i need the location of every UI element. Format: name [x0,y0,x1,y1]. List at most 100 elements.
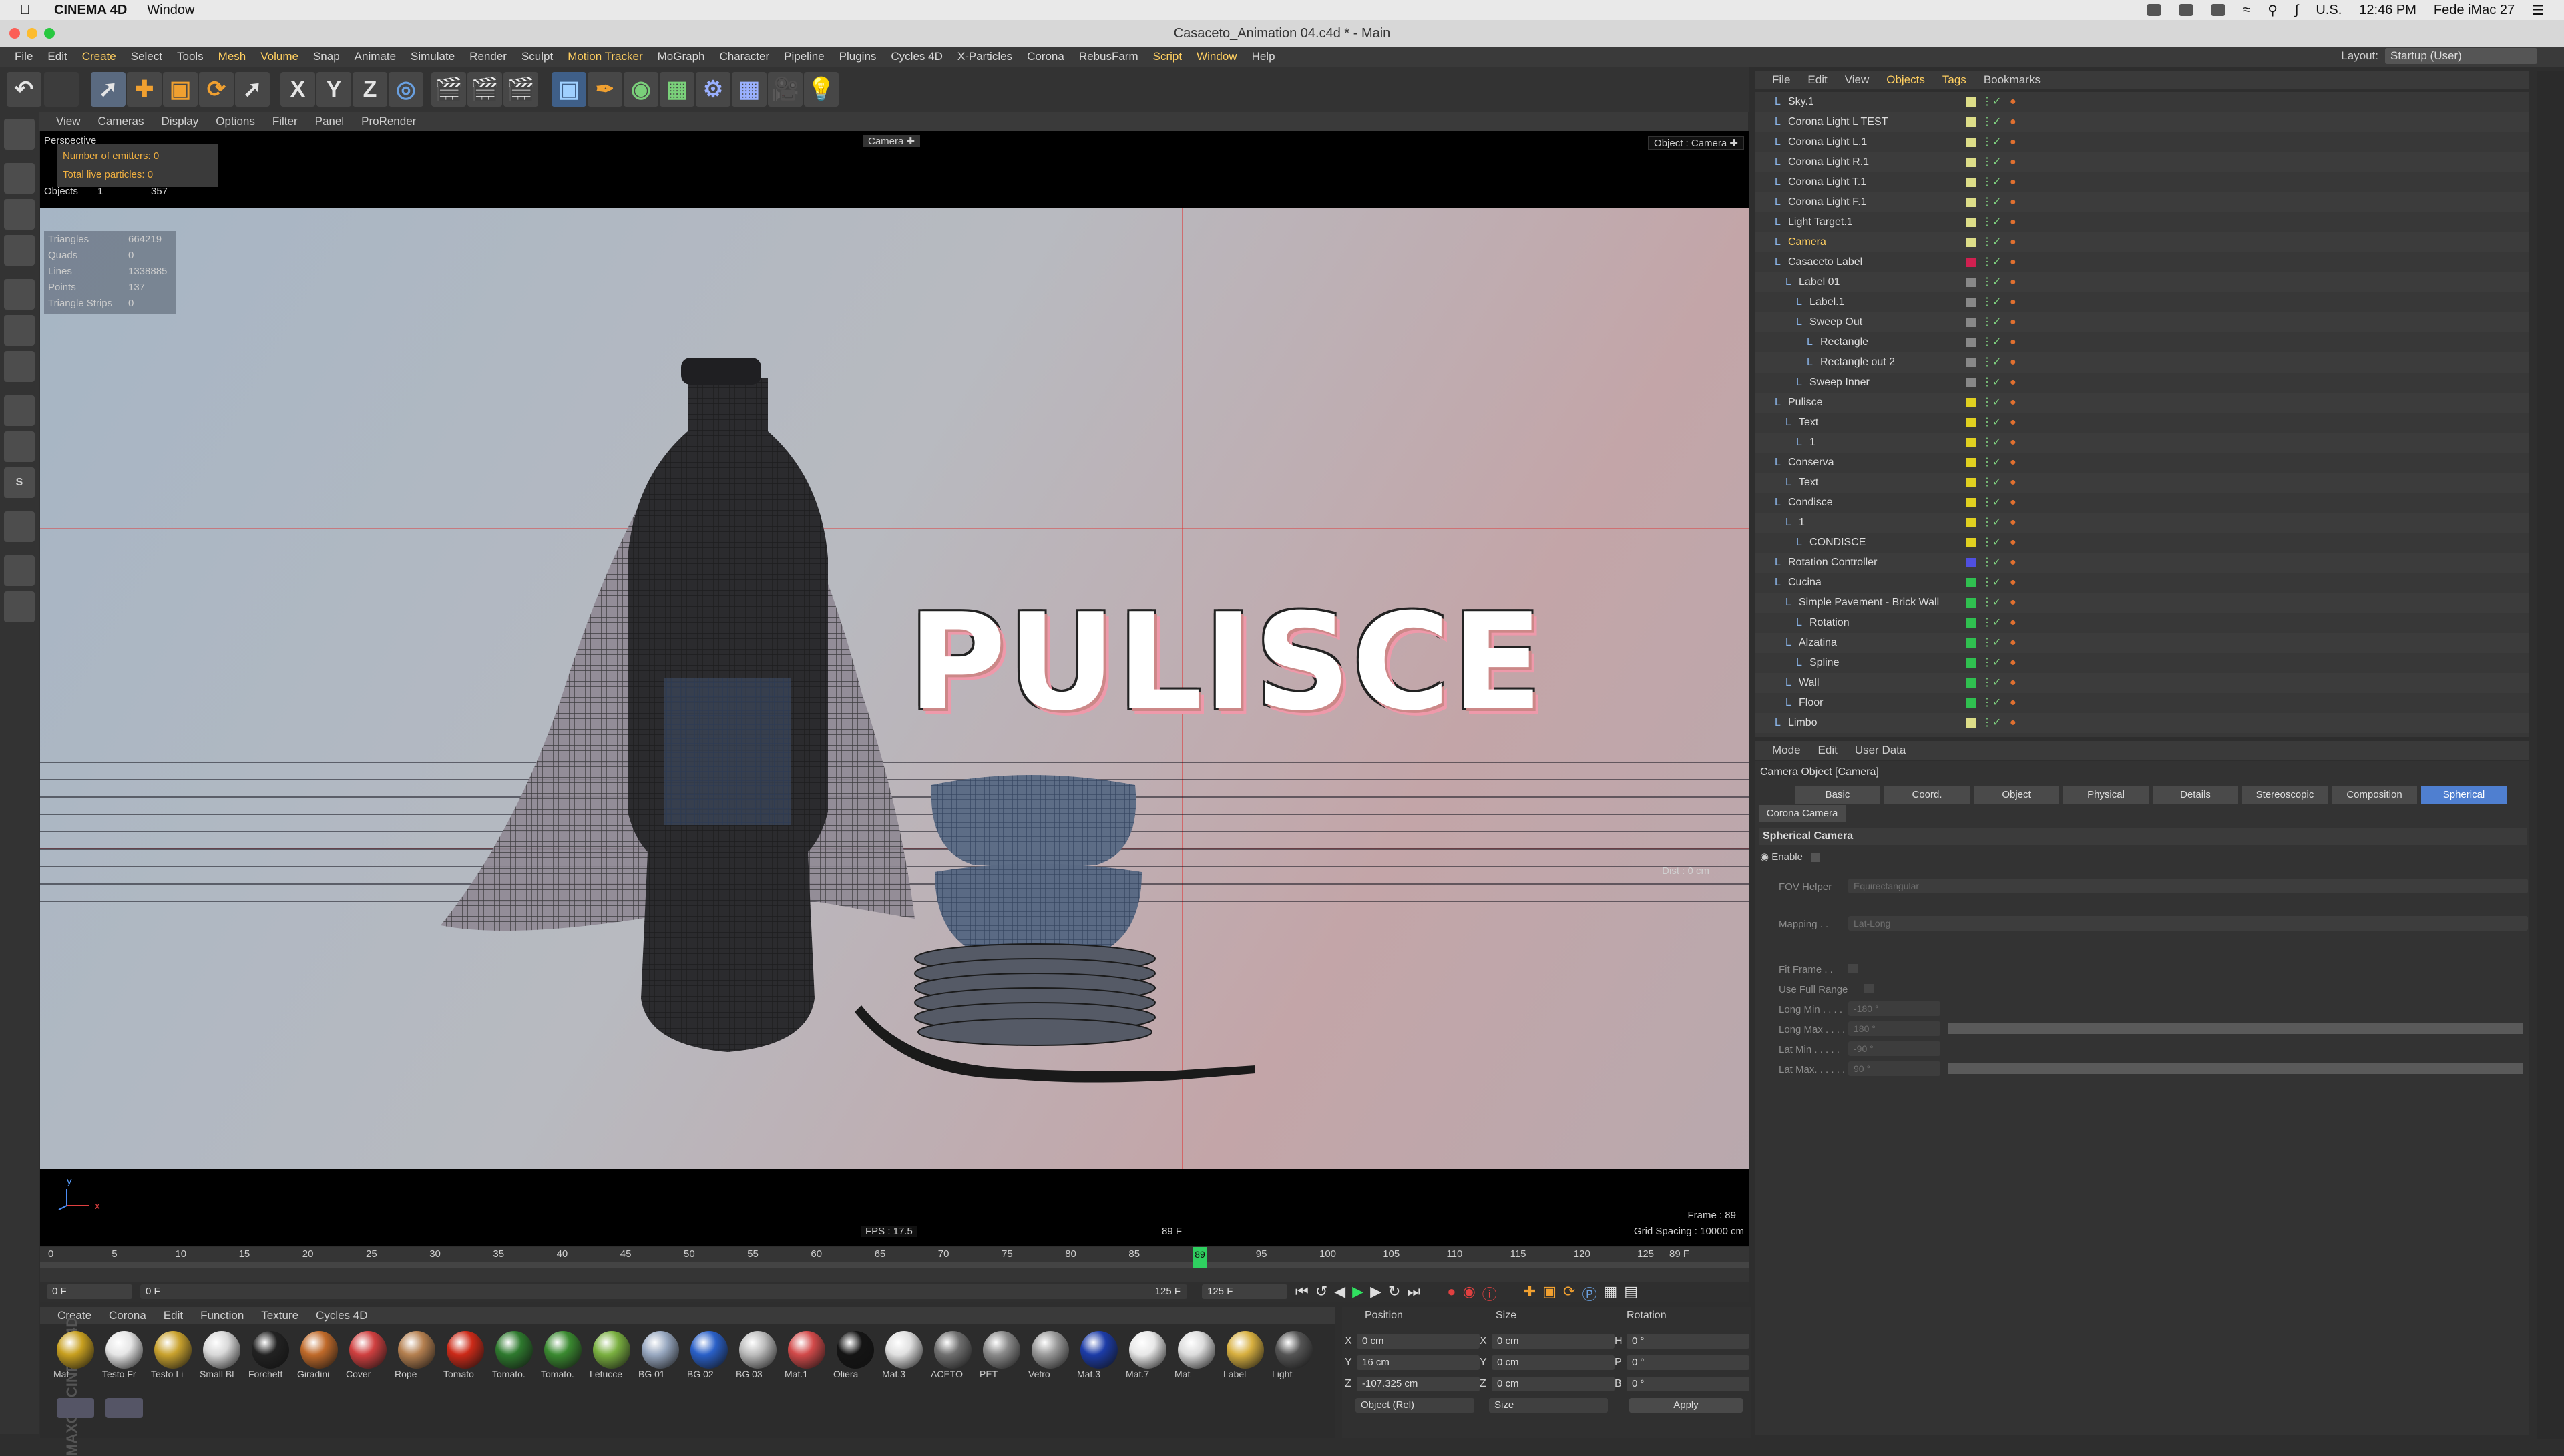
current-frame-field[interactable]: 0 F [47,1284,132,1299]
model-mode-icon[interactable] [4,163,35,194]
material-swatch[interactable]: Oliera [833,1331,877,1379]
menu-file[interactable]: File [15,50,33,63]
menu-corona[interactable]: Corona [1027,50,1064,63]
redo-icon[interactable] [44,72,79,107]
object-tag-icon[interactable]: ● [2010,112,2016,132]
fit-frame-checkbox[interactable] [1848,964,1858,973]
apply-button[interactable]: Apply [1629,1398,1743,1413]
material-swatch[interactable]: Mat.1 [785,1331,829,1379]
menu-script[interactable]: Script [1153,50,1182,63]
material-swatch[interactable]: ACETO [931,1331,975,1379]
fov-helper-select[interactable]: Equirectangular [1848,879,2528,893]
scale-tool-icon[interactable]: ▣ [163,72,198,107]
coordinate-system-icon[interactable]: ◎ [389,72,423,107]
visibility-dots-icon[interactable]: ⋮ [1982,112,1992,132]
visibility-dots-icon[interactable]: ⋮ [1982,272,1992,292]
enabled-check-icon[interactable]: ✓ [1992,553,2001,573]
visibility-dots-icon[interactable]: ⋮ [1982,373,1992,393]
object-row[interactable]: L Spline ⋮ ✓ ● [1755,653,2529,673]
object-tag-icon[interactable]: ● [2010,453,2016,473]
position-key-icon[interactable]: ✚ [1524,1283,1536,1304]
object-tag-icon[interactable]: ● [2010,272,2016,292]
object-tag-icon[interactable]: ● [2010,352,2016,373]
3d-viewport[interactable]: Perspective Number of emitters: 0 Total … [40,131,1749,1246]
rotation-p-field[interactable]: 0 ° [1627,1355,1749,1370]
undo-icon[interactable]: ↶ [7,72,41,107]
object-tag-icon[interactable]: ● [2010,232,2016,252]
object-row[interactable]: L Corona Light R.1 ⋮ ✓ ● [1755,152,2529,172]
z-axis-lock-button[interactable]: Z [353,72,387,107]
object-tag-icon[interactable]: ● [2010,653,2016,673]
menu-animate[interactable]: Animate [355,50,396,63]
enabled-check-icon[interactable]: ✓ [1992,633,2001,653]
object-row[interactable]: L Cucina ⋮ ✓ ● [1755,573,2529,593]
rotation-h-field[interactable]: 0 ° [1627,1334,1749,1349]
material-swatch[interactable]: Cover [346,1331,390,1379]
object-row[interactable]: L Sweep Inner ⋮ ✓ ● [1755,373,2529,393]
material-swatch[interactable]: Small Bl [200,1331,244,1379]
size-y-field[interactable]: 0 cm [1492,1355,1615,1370]
enabled-check-icon[interactable]: ✓ [1992,713,2001,733]
visibility-dots-icon[interactable]: ⋮ [1982,693,1992,713]
tab-composition[interactable]: Composition [2332,786,2417,804]
object-row[interactable]: L Conserva ⋮ ✓ ● [1755,453,2529,473]
visibility-dots-icon[interactable]: ⋮ [1982,352,1992,373]
apple-icon[interactable]:  [20,3,30,18]
workplane-lock-icon[interactable] [4,591,35,622]
object-tag-icon[interactable]: ● [2010,252,2016,272]
clock[interactable]: 12:46 PM [2359,3,2416,18]
lat-min-field[interactable]: -90 ° [1848,1041,1940,1056]
object-row[interactable]: L Text ⋮ ✓ ● [1755,473,2529,493]
mac-window-menu[interactable]: Window [147,3,194,18]
y-axis-lock-button[interactable]: Y [316,72,351,107]
object-tag-icon[interactable]: ● [2010,593,2016,613]
enabled-check-icon[interactable]: ✓ [1992,613,2001,633]
object-tag-icon[interactable]: ● [2010,433,2016,453]
input-source[interactable]: U.S. [2316,3,2342,18]
previous-frame-icon[interactable]: ◀ [1334,1283,1345,1304]
material-menu-function[interactable]: Function [200,1309,244,1322]
enabled-check-icon[interactable]: ✓ [1992,252,2001,272]
material-swatch[interactable]: Mat [1174,1331,1219,1379]
visibility-dots-icon[interactable]: ⋮ [1982,312,1992,332]
timeline[interactable]: 0510152025303540455055606570758085909510… [40,1247,1749,1284]
material-swatch[interactable]: Mat.7 [1126,1331,1170,1379]
visibility-dots-icon[interactable]: ⋮ [1982,453,1992,473]
visibility-dots-icon[interactable]: ⋮ [1982,252,1992,272]
viewport-menu-display[interactable]: Display [162,115,199,128]
visibility-dots-icon[interactable]: ⋮ [1982,92,1992,112]
cloner-icon[interactable]: ▦ [660,72,694,107]
next-frame-icon[interactable]: ▶ [1370,1283,1381,1304]
autokey-icon[interactable]: ◉ [1463,1283,1476,1304]
enabled-check-icon[interactable]: ✓ [1992,593,2001,613]
menu-sculpt[interactable]: Sculpt [521,50,553,63]
tab-stereoscopic[interactable]: Stereoscopic [2242,786,2328,804]
enabled-check-icon[interactable]: ✓ [1992,112,2001,132]
enabled-check-icon[interactable]: ✓ [1992,533,2001,553]
material-swatch[interactable]: Mat [53,1331,97,1379]
menu-motion-tracker[interactable]: Motion Tracker [568,50,642,63]
material-menu-cycles-4d[interactable]: Cycles 4D [316,1309,367,1322]
current-frame-marker[interactable]: 89 [1193,1247,1207,1268]
long-min-field[interactable]: -180 ° [1848,1001,1940,1016]
coordinate-mode-select[interactable]: Object (Rel) [1355,1398,1474,1413]
object-row[interactable]: L Corona Light F.1 ⋮ ✓ ● [1755,192,2529,212]
visibility-dots-icon[interactable]: ⋮ [1982,473,1992,493]
menu-plugins[interactable]: Plugins [839,50,877,63]
material-swatch[interactable]: BG 01 [638,1331,682,1379]
viewport-menu-options[interactable]: Options [216,115,255,128]
enabled-check-icon[interactable]: ✓ [1992,92,2001,112]
lat-max-field[interactable]: 90 ° [1848,1061,1940,1076]
use-full-range-checkbox[interactable] [1864,984,1874,993]
live-select-icon[interactable]: ➚ [235,72,270,107]
object-tag-icon[interactable]: ● [2010,493,2016,513]
menu-help[interactable]: Help [1252,50,1275,63]
attribute-menu-edit[interactable]: Edit [1818,744,1838,757]
visibility-dots-icon[interactable]: ⋮ [1982,513,1992,533]
enabled-check-icon[interactable]: ✓ [1992,513,2001,533]
make-editable-icon[interactable] [4,119,35,150]
object-row[interactable]: L Condisce ⋮ ✓ ● [1755,493,2529,513]
material-menu-texture[interactable]: Texture [261,1309,298,1322]
material-swatch[interactable]: Vetro [1028,1331,1072,1379]
axis-mode-icon[interactable] [4,395,35,426]
